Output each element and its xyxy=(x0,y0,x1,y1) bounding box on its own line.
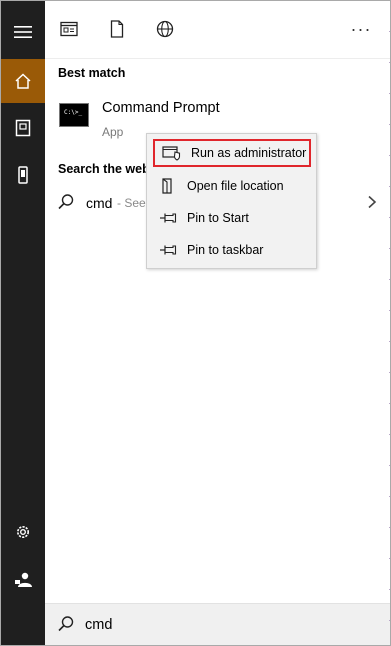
file-location-icon xyxy=(157,178,179,194)
apps-filter-button[interactable] xyxy=(55,15,83,43)
pin-icon xyxy=(157,210,179,226)
apps-filter-icon xyxy=(60,21,78,37)
hamburger-menu-button[interactable] xyxy=(1,10,45,54)
web-query-subtext: - See xyxy=(117,196,146,210)
search-filter-toolbar: ··· xyxy=(45,1,390,59)
settings-button[interactable] xyxy=(1,510,45,554)
settings-gear-icon xyxy=(17,526,29,538)
web-filter-button[interactable] xyxy=(151,15,179,43)
user-account-button[interactable] xyxy=(1,558,45,602)
home-icon xyxy=(15,73,31,89)
pin-to-start-item[interactable]: Pin to Start xyxy=(151,204,313,232)
open-file-location-item[interactable]: Open file location xyxy=(151,172,313,200)
admin-shield-icon xyxy=(161,145,183,161)
search-input[interactable]: cmd xyxy=(85,617,112,633)
command-prompt-icon: C:\>_ xyxy=(59,103,89,127)
search-icon xyxy=(58,616,74,632)
documents-button[interactable] xyxy=(1,106,45,150)
context-menu: Run as administrator Open file location … xyxy=(146,133,317,269)
start-menu-window: ··· Best match C:\>_ Command Prompt App … xyxy=(0,0,391,646)
search-box[interactable]: cmd xyxy=(45,603,390,645)
documents-filter-button[interactable] xyxy=(103,15,131,43)
user-account-icon xyxy=(15,572,32,587)
window-edge xyxy=(389,1,390,645)
web-globe-icon xyxy=(156,20,174,38)
best-match-heading: Best match xyxy=(58,66,126,80)
search-icon xyxy=(58,194,74,210)
pin-to-taskbar-item[interactable]: Pin to taskbar xyxy=(151,236,313,264)
app-type: App xyxy=(102,125,124,139)
more-options-button[interactable]: ··· xyxy=(346,17,376,41)
command-prompt-icon-text: C:\>_ xyxy=(64,109,83,116)
open-file-location-label: Open file location xyxy=(187,179,284,193)
phone-button[interactable] xyxy=(1,153,45,197)
search-web-heading: Search the web xyxy=(58,162,150,176)
app-name: Command Prompt xyxy=(102,100,220,116)
chevron-right-icon xyxy=(368,195,377,209)
hamburger-menu-icon xyxy=(14,26,32,38)
pin-to-taskbar-label: Pin to taskbar xyxy=(187,243,264,257)
home-button[interactable] xyxy=(1,59,45,103)
run-as-administrator-item[interactable]: Run as administrator xyxy=(153,139,311,167)
left-nav-rail xyxy=(1,1,45,645)
web-query-text: cmd xyxy=(86,195,113,211)
phone-icon xyxy=(18,166,28,184)
more-options-label: ··· xyxy=(350,18,372,39)
run-as-administrator-label: Run as administrator xyxy=(191,146,307,160)
pin-icon xyxy=(157,242,179,258)
document-filter-icon xyxy=(110,20,124,38)
pin-to-start-label: Pin to Start xyxy=(187,211,249,225)
documents-icon xyxy=(15,119,31,137)
